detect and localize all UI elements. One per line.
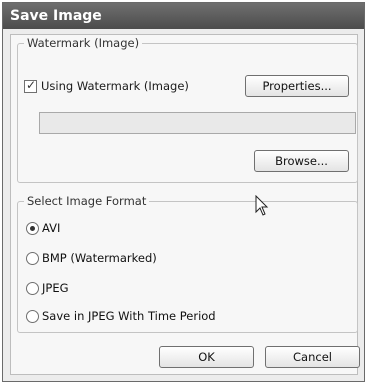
save-image-dialog: Save Image Watermark (Image) ✓ Using Wat… [2, 2, 365, 382]
watermark-checkbox[interactable]: ✓ [24, 78, 37, 93]
watermark-path-field[interactable] [39, 112, 356, 134]
cancel-button[interactable]: Cancel [265, 346, 360, 368]
check-icon: ✓ [26, 78, 37, 92]
dialog-title: Save Image [3, 3, 364, 29]
watermark-checkbox-label: Using Watermark (Image) [41, 79, 189, 93]
browse-button[interactable]: Browse... [254, 150, 349, 172]
radio-option-label: JPEG [42, 281, 69, 295]
radio-option-bmp[interactable]: BMP (Watermarked) [26, 250, 157, 266]
image-format-group: Select Image Format AVI BMP (Watermarked… [17, 194, 358, 333]
mouse-pointer-icon [255, 195, 269, 216]
radio-option-label: BMP (Watermarked) [42, 251, 157, 265]
radio-button[interactable] [26, 221, 39, 235]
radio-selected-dot [30, 225, 35, 231]
image-format-group-legend: Select Image Format [24, 194, 150, 208]
watermark-checkbox-row[interactable]: ✓ Using Watermark (Image) [24, 78, 224, 94]
radio-option-label: AVI [42, 221, 61, 235]
ok-button[interactable]: OK [159, 346, 254, 368]
watermark-group-legend: Watermark (Image) [24, 36, 143, 50]
radio-button[interactable] [26, 251, 39, 265]
radio-option-label: Save in JPEG With Time Period [42, 309, 216, 323]
radio-option-avi[interactable]: AVI [26, 220, 60, 236]
radio-button[interactable] [26, 281, 39, 295]
properties-button[interactable]: Properties... [245, 75, 349, 97]
radio-option-jpeg-time-period[interactable]: Save in JPEG With Time Period [26, 308, 216, 324]
radio-option-jpeg[interactable]: JPEG [26, 280, 69, 296]
radio-button[interactable] [26, 309, 39, 323]
dialog-body: Watermark (Image) ✓ Using Watermark (Ima… [10, 34, 360, 375]
watermark-group: Watermark (Image) ✓ Using Watermark (Ima… [17, 36, 358, 183]
